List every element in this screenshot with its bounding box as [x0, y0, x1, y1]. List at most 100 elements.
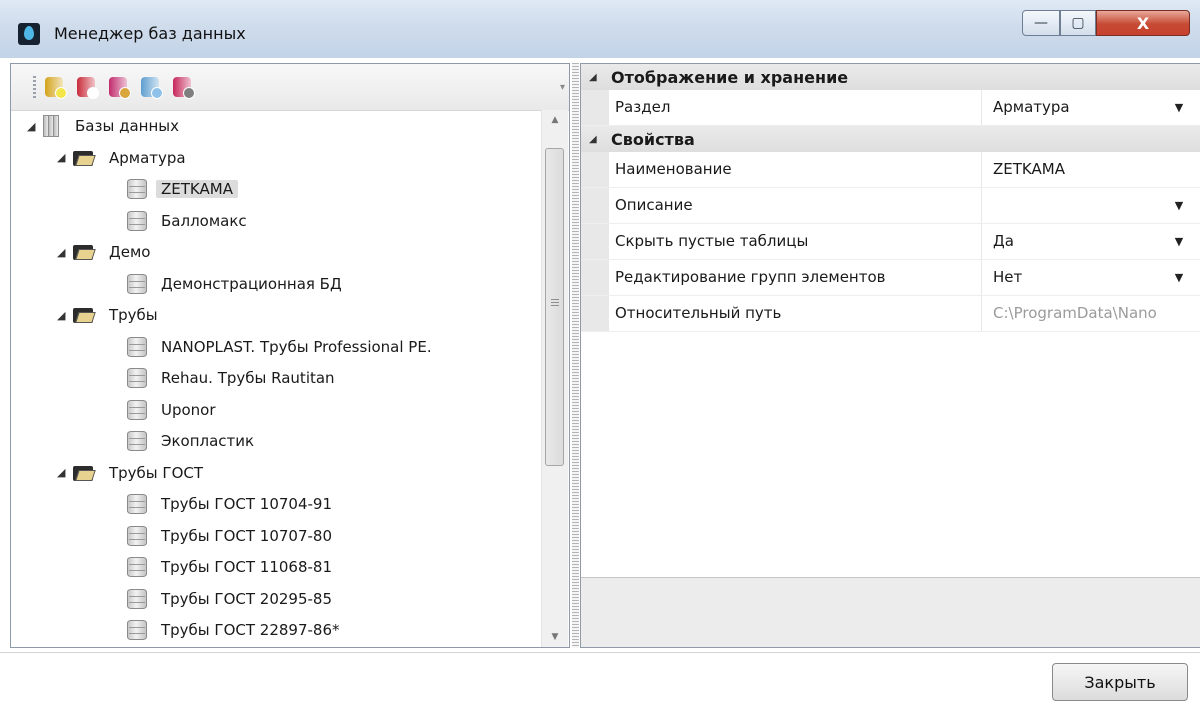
- expand-icon[interactable]: ◢: [57, 246, 73, 259]
- database-icon: [127, 494, 147, 514]
- tree-scrollbar[interactable]: ▲ ▼: [541, 110, 568, 647]
- window-close-button[interactable]: X: [1096, 10, 1190, 36]
- dropdown-arrow-icon[interactable]: ▼: [1171, 224, 1187, 259]
- badge-icon: [183, 87, 195, 99]
- badge-icon: [55, 87, 67, 99]
- row-gutter: [581, 152, 609, 187]
- database-icon: [127, 273, 147, 294]
- badge-icon: [151, 87, 163, 99]
- collapse-icon[interactable]: ◢: [589, 72, 605, 83]
- database-icon: [127, 336, 147, 357]
- scroll-thumb[interactable]: [545, 148, 564, 466]
- dropdown-arrow-icon[interactable]: ▼: [1171, 90, 1187, 125]
- tree-folder-node[interactable]: ◢ Трубы ГОСТ: [57, 459, 203, 487]
- property-value[interactable]: C:\ProgramData\Nano: [993, 296, 1198, 331]
- property-label: Раздел: [615, 98, 671, 116]
- row-gutter: [581, 188, 609, 223]
- tree-database-node[interactable]: NANOPLAST. Трубы Professional PE.: [127, 333, 432, 361]
- folder-icon: [73, 306, 96, 324]
- tree-database-node[interactable]: Экопластик: [127, 427, 254, 455]
- tree-node-label: Uponor: [161, 400, 216, 419]
- tree-node-label: Демонстрационная БД: [161, 274, 342, 293]
- toolbar: ▾: [11, 64, 569, 111]
- database-icon: [127, 525, 147, 546]
- property-value[interactable]: Арматура: [993, 90, 1168, 125]
- property-row-section[interactable]: Раздел Арматура ▼: [581, 90, 1200, 126]
- property-value[interactable]: Нет: [993, 260, 1168, 295]
- tree-database-node[interactable]: Трубы ГОСТ 20295-85: [127, 585, 332, 613]
- property-row[interactable]: Относительный путь C:\ProgramData\Nano: [581, 296, 1200, 332]
- toolbar-overflow-icon[interactable]: ▾: [560, 82, 565, 93]
- dropdown-arrow-icon[interactable]: ▼: [1171, 260, 1187, 295]
- expand-icon[interactable]: ◢: [57, 466, 73, 479]
- folder-icon: [73, 149, 96, 167]
- property-label: Наименование: [615, 160, 732, 178]
- column-divider: [981, 224, 982, 259]
- tree-node-label: Трубы ГОСТ 10707-80: [161, 526, 332, 545]
- tree-node-label: Базы данных: [75, 117, 179, 135]
- property-label: Относительный путь: [615, 304, 782, 322]
- database-tree-panel: ▾ ◢ Базы данных ◢ Арматура ZETKAMA Балломакс ◢…: [10, 63, 570, 648]
- expand-icon[interactable]: ◢: [57, 309, 73, 322]
- badge-icon: [87, 87, 99, 99]
- tree-database-node-selected[interactable]: ZETKAMA: [127, 175, 238, 203]
- database-icon: [127, 557, 147, 577]
- database-settings-button[interactable]: [171, 75, 195, 99]
- toolbar-grip[interactable]: [33, 76, 36, 98]
- footer-divider: [0, 652, 1200, 653]
- tree-folder-node[interactable]: ◢ Демо: [57, 238, 150, 266]
- tree-node-label: Балломакс: [161, 211, 247, 230]
- property-row[interactable]: Наименование ZETKAMA: [581, 152, 1200, 188]
- minimize-icon: —: [1034, 15, 1048, 31]
- property-value[interactable]: [993, 188, 1168, 223]
- property-grid: ◢ Отображение и хранение Раздел Арматура…: [580, 63, 1200, 648]
- expand-icon[interactable]: ◢: [27, 120, 43, 133]
- property-row[interactable]: Скрыть пустые таблицы Да ▼: [581, 224, 1200, 260]
- scroll-up-button[interactable]: ▲: [542, 110, 568, 130]
- edit-database-button[interactable]: [107, 75, 131, 99]
- property-row[interactable]: Редактирование групп элементов Нет ▼: [581, 260, 1200, 296]
- window-controls: — ▢ X: [1022, 10, 1190, 36]
- tree-root-node[interactable]: ◢ Базы данных: [27, 112, 179, 140]
- tree-node-label: Трубы ГОСТ 22897-86*: [161, 621, 340, 639]
- remove-database-button[interactable]: [75, 75, 99, 99]
- app-logo-icon: [18, 23, 40, 45]
- tree-database-node[interactable]: Балломакс: [127, 207, 247, 235]
- column-divider: [981, 188, 982, 223]
- property-row[interactable]: Описание ▼: [581, 188, 1200, 224]
- folder-icon: [73, 243, 96, 261]
- tree-database-node[interactable]: Rehau. Трубы Rautitan: [127, 364, 335, 392]
- tree-folder-node[interactable]: ◢ Трубы: [57, 301, 158, 329]
- category-display-storage[interactable]: ◢ Отображение и хранение: [581, 64, 1200, 90]
- category-properties[interactable]: ◢ Свойства: [581, 126, 1200, 152]
- tree-database-node[interactable]: Трубы ГОСТ 11068-81: [127, 553, 332, 581]
- tree-database-node[interactable]: Демонстрационная БД: [127, 270, 342, 298]
- property-value[interactable]: Да: [993, 224, 1168, 259]
- database-icon: [127, 620, 147, 640]
- property-value[interactable]: ZETKAMA: [993, 152, 1168, 187]
- tree-folder-node[interactable]: ◢ Арматура: [57, 144, 186, 172]
- database-icon: [127, 210, 147, 231]
- tree-node-label: Трубы ГОСТ 11068-81: [161, 558, 332, 576]
- column-divider: [981, 296, 982, 331]
- panel-splitter[interactable]: [572, 63, 579, 648]
- maximize-button[interactable]: ▢: [1060, 10, 1096, 36]
- tree-database-node[interactable]: Трубы ГОСТ 10707-80: [127, 522, 332, 550]
- expand-icon[interactable]: ◢: [57, 151, 73, 164]
- database-icon: [127, 368, 147, 388]
- close-dialog-button[interactable]: Закрыть: [1052, 663, 1188, 701]
- tree-database-node[interactable]: Трубы ГОСТ 10704-91: [127, 490, 332, 518]
- add-database-button[interactable]: [43, 75, 67, 99]
- tree-node-label: Трубы ГОСТ 10704-91: [161, 495, 332, 513]
- collapse-icon[interactable]: ◢: [589, 134, 605, 145]
- column-divider: [981, 90, 982, 125]
- tree-node-label: ZETKAMA: [156, 180, 238, 198]
- minimize-button[interactable]: —: [1022, 10, 1060, 36]
- scroll-down-button[interactable]: ▼: [542, 627, 568, 647]
- row-gutter: [581, 90, 609, 125]
- tree-database-node[interactable]: Трубы ГОСТ 22897-86*: [127, 616, 340, 644]
- database-icon: [127, 179, 147, 199]
- tree-database-node[interactable]: Uponor: [127, 396, 216, 424]
- dropdown-arrow-icon[interactable]: ▼: [1171, 188, 1187, 223]
- refresh-button[interactable]: [139, 75, 163, 99]
